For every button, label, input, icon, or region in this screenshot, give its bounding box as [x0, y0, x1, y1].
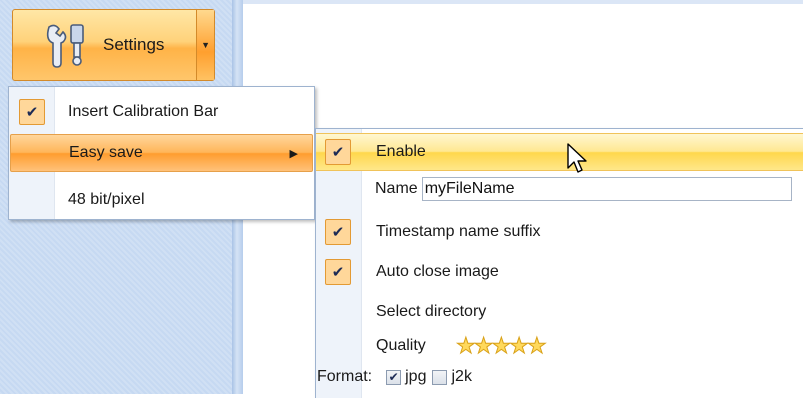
- settings-button[interactable]: Settings: [13, 10, 196, 80]
- settings-split-button[interactable]: Settings ▼: [12, 9, 215, 81]
- top-strip: [243, 0, 803, 4]
- menu-item-insert-calibration-bar[interactable]: ✔ Insert Calibration Bar: [9, 93, 314, 131]
- file-name-input[interactable]: [421, 177, 792, 201]
- check-icon: ✔: [325, 139, 351, 165]
- select-directory-item[interactable]: Select directory: [376, 303, 486, 321]
- j2k-checkbox[interactable]: [432, 369, 448, 385]
- easy-save-submenu: ✔ Enable Name ✔ Timestamp name suffix ✔ …: [315, 128, 803, 398]
- name-row: Name: [375, 175, 792, 203]
- menu-item-label: Easy save: [69, 144, 143, 161]
- check-icon: ✔: [388, 370, 399, 384]
- settings-dropdown-arrow[interactable]: ▼: [196, 10, 214, 80]
- format-row: Format: ✔ jpg j2k: [317, 364, 472, 390]
- menu-item-label: Insert Calibration Bar: [68, 103, 219, 120]
- menu-item-label: 48 bit/pixel: [68, 191, 145, 208]
- chevron-down-icon: ▼: [201, 40, 211, 50]
- jpg-label: jpg: [405, 368, 427, 385]
- check-icon: ✔: [325, 259, 351, 285]
- menu-item-48-bit-pixel[interactable]: 48 bit/pixel: [9, 181, 314, 219]
- mouse-pointer-icon: [567, 143, 587, 173]
- menu-item-timestamp-name-suffix[interactable]: ✔ Timestamp name suffix: [316, 213, 803, 251]
- menu-item-auto-close-image[interactable]: ✔ Auto close image: [316, 253, 803, 291]
- submenu-arrow-icon: ▶: [289, 147, 298, 160]
- settings-menu: ✔ Insert Calibration Bar Easy save ▶ 48 …: [8, 86, 315, 220]
- menu-item-enable[interactable]: ✔ Enable: [316, 133, 803, 171]
- check-icon: ✔: [325, 219, 351, 245]
- settings-label: Settings: [103, 35, 165, 54]
- menu-item-easy-save[interactable]: Easy save ▶: [10, 134, 313, 172]
- check-icon: ✔: [19, 99, 45, 125]
- star-icon[interactable]: ★: [526, 334, 547, 357]
- enable-label: Enable: [376, 143, 426, 160]
- format-label: Format:: [317, 368, 373, 385]
- quality-rating[interactable]: ★ ★ ★ ★ ★: [456, 334, 548, 357]
- jpg-checkbox[interactable]: ✔: [386, 369, 402, 385]
- timestamp-label: Timestamp name suffix: [376, 223, 541, 240]
- j2k-label: j2k: [451, 368, 472, 385]
- quality-label: Quality: [376, 337, 426, 354]
- tools-icon: [46, 24, 84, 68]
- name-label: Name: [375, 180, 418, 197]
- auto-close-label: Auto close image: [376, 263, 499, 280]
